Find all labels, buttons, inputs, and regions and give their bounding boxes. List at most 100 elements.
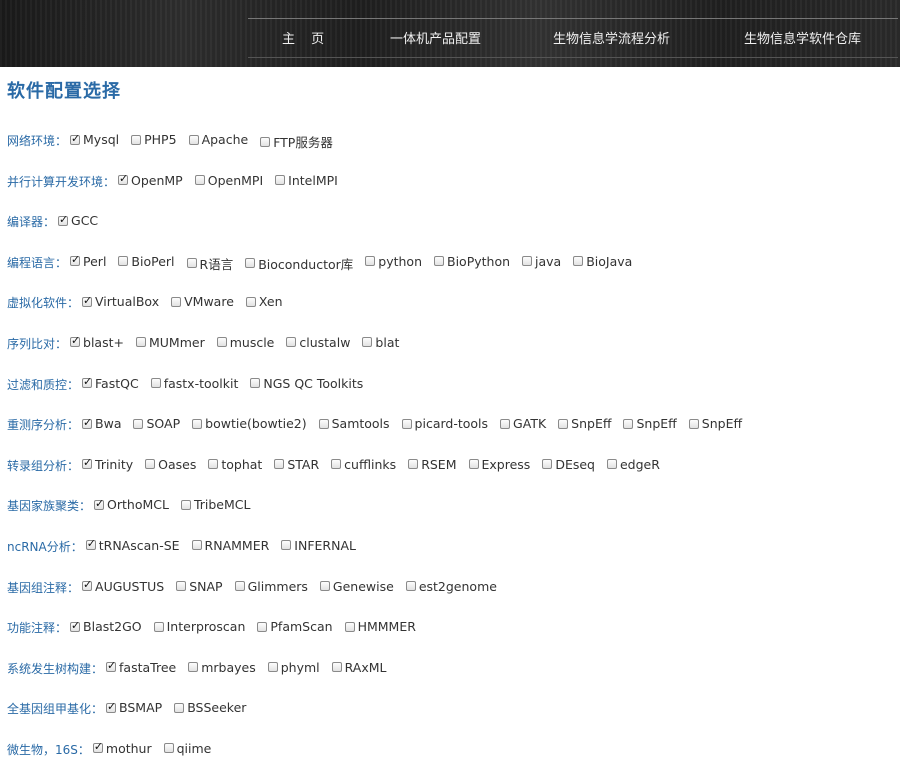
software-option[interactable]: Blast2GO [70, 619, 142, 634]
software-option[interactable]: BioPython [434, 254, 510, 269]
software-option[interactable]: OpenMPI [194, 173, 263, 188]
software-option[interactable]: PHP5 [131, 132, 177, 147]
checkbox[interactable] [522, 256, 533, 267]
nav-item-product-config[interactable]: 一体机产品配置 [390, 28, 481, 47]
checkbox[interactable] [118, 256, 129, 267]
software-option[interactable]: picard-tools [401, 416, 488, 431]
checkbox-checked[interactable] [82, 578, 92, 592]
checkbox[interactable] [174, 702, 185, 713]
checkbox[interactable] [344, 621, 355, 632]
nav-item-home[interactable]: 主 页 [282, 28, 330, 47]
software-option[interactable]: bowtie(bowtie2) [192, 416, 307, 431]
software-option[interactable]: SnpEff [558, 416, 611, 431]
software-option[interactable]: Apache [188, 132, 248, 147]
software-option[interactable]: DEseq [542, 457, 595, 472]
software-option[interactable]: Express [468, 457, 530, 472]
checkbox[interactable] [192, 418, 203, 429]
checkbox[interactable] [267, 662, 278, 673]
software-option[interactable]: BioJava [573, 254, 632, 269]
checkbox[interactable] [365, 256, 376, 267]
software-option[interactable]: fastx-toolkit [150, 376, 238, 391]
nav-item-pipeline-analysis[interactable]: 生物信息学流程分析 [553, 28, 670, 47]
checkbox-checked[interactable] [82, 375, 92, 389]
software-option[interactable]: cufflinks [331, 457, 396, 472]
software-option[interactable]: NGS QC Toolkits [250, 376, 363, 391]
checkbox[interactable] [573, 256, 584, 267]
checkbox[interactable] [319, 581, 330, 592]
checkbox-checked[interactable] [106, 659, 116, 673]
checkbox[interactable] [286, 337, 297, 348]
checkbox[interactable] [133, 418, 144, 429]
checkbox-checked[interactable] [118, 172, 128, 186]
checkbox[interactable] [688, 418, 699, 429]
software-option[interactable]: GCC [58, 213, 98, 228]
checkbox[interactable] [191, 540, 202, 551]
software-option[interactable]: Mysql [70, 132, 119, 147]
software-option[interactable]: VirtualBox [82, 294, 159, 309]
software-option[interactable]: BSMAP [106, 700, 162, 715]
checkbox-checked[interactable] [82, 456, 92, 470]
software-option[interactable]: est2genome [405, 579, 497, 594]
software-option[interactable]: FastQC [82, 375, 139, 391]
checkbox[interactable] [623, 418, 634, 429]
checkbox-checked[interactable] [70, 619, 80, 633]
software-option[interactable]: FTP服务器 [260, 132, 333, 151]
checkbox[interactable] [163, 743, 174, 754]
checkbox-checked[interactable] [106, 700, 116, 714]
software-option[interactable]: TribeMCL [180, 497, 250, 512]
checkbox[interactable] [153, 621, 164, 632]
checkbox-checked[interactable] [82, 294, 92, 308]
software-option[interactable]: MUMmer [135, 335, 205, 350]
software-option[interactable]: RSEM [408, 457, 457, 472]
software-option[interactable]: STAR [274, 457, 319, 472]
software-option[interactable]: Perl [70, 253, 106, 269]
checkbox-checked[interactable] [85, 537, 96, 551]
checkbox-checked[interactable] [58, 213, 68, 227]
software-option[interactable]: tophat [208, 457, 262, 472]
checkbox[interactable] [542, 459, 553, 470]
software-option[interactable]: BSSeeker [174, 700, 246, 715]
checkbox[interactable] [606, 459, 617, 470]
checkbox[interactable] [408, 459, 419, 470]
software-option[interactable]: python [365, 254, 422, 269]
software-option[interactable]: Xen [245, 294, 283, 309]
software-option[interactable]: RAxML [331, 660, 387, 675]
checkbox-checked[interactable] [70, 253, 80, 267]
software-option[interactable]: RNAMMER [191, 538, 269, 553]
checkbox[interactable] [150, 378, 161, 389]
checkbox-checked[interactable] [82, 416, 92, 430]
software-option[interactable]: INFERNAL [281, 538, 356, 553]
software-option[interactable]: IntelMPI [275, 173, 338, 188]
software-option[interactable]: Samtools [318, 416, 390, 431]
software-option[interactable]: fastaTree [106, 659, 176, 675]
checkbox[interactable] [131, 134, 142, 145]
software-option[interactable]: clustalw [286, 335, 350, 350]
checkbox[interactable] [275, 175, 286, 186]
software-option[interactable]: tRNAscan-SE [85, 537, 180, 553]
software-option[interactable]: GATK [500, 416, 546, 431]
checkbox[interactable] [468, 459, 479, 470]
software-option[interactable]: Trinity [82, 456, 133, 472]
checkbox-checked[interactable] [92, 740, 103, 754]
checkbox-checked[interactable] [70, 132, 80, 146]
software-option[interactable]: Bwa [82, 416, 121, 431]
checkbox[interactable] [245, 258, 256, 269]
checkbox-checked[interactable] [70, 334, 80, 348]
software-option[interactable]: mothur [92, 740, 152, 756]
software-option[interactable]: blat [362, 335, 399, 350]
checkbox-checked[interactable] [94, 497, 104, 511]
checkbox[interactable] [257, 621, 268, 632]
checkbox[interactable] [405, 581, 416, 592]
software-option[interactable]: edgeR [606, 457, 660, 472]
checkbox[interactable] [362, 337, 373, 348]
software-option[interactable]: PfamScan [257, 619, 333, 634]
checkbox[interactable] [274, 459, 285, 470]
checkbox[interactable] [180, 499, 191, 510]
software-option[interactable]: SnpEff [623, 416, 677, 431]
checkbox[interactable] [250, 378, 261, 389]
software-option[interactable]: java [522, 254, 561, 269]
software-option[interactable]: mrbayes [188, 660, 256, 675]
checkbox[interactable] [176, 581, 187, 592]
checkbox[interactable] [281, 540, 292, 551]
checkbox[interactable] [318, 418, 329, 429]
